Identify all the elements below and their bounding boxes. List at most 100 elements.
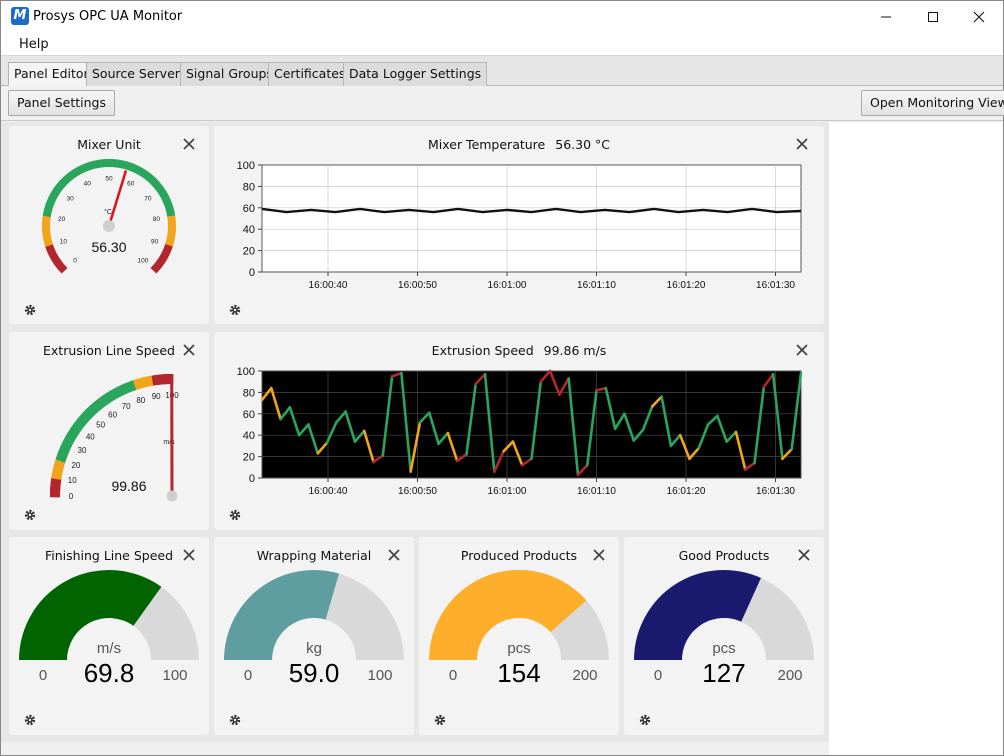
gauge-tick-label: 10	[68, 476, 77, 485]
gauge-unit: °C	[104, 208, 112, 216]
gear-icon[interactable]	[228, 508, 242, 522]
extrusion-speed-chart[interactable]: 100 80 60 40 20 0 16:00:40 16:00:50 16:01:00 16:0…	[214, 332, 824, 507]
gauge-track-arc	[325, 573, 404, 660]
tab-source-servers[interactable]: Source Servers	[86, 62, 193, 86]
gauge-segment	[166, 209, 175, 215]
gear-icon[interactable]	[433, 713, 447, 727]
window-title: Prosys OPC UA Monitor	[33, 9, 183, 24]
panel-finishing-line-speed[interactable]: Finishing Line Speed m/s 69.8 0 100	[9, 537, 209, 735]
x-tick-label: 16:01:20	[667, 280, 706, 291]
gauge-tick-label: 0	[69, 492, 74, 501]
app-logo-icon: M	[11, 7, 29, 25]
gauge-unit: pcs	[712, 640, 735, 657]
gauge-tick-label: 20	[58, 216, 66, 223]
y-tick-label: 100	[237, 160, 255, 172]
panel-wrapping-material[interactable]: Wrapping Material kg 59.0 0 100	[214, 537, 414, 735]
x-tick-label: 16:01:10	[577, 280, 616, 291]
gear-icon[interactable]	[638, 713, 652, 727]
gauge-max-label: 100	[367, 667, 392, 684]
gauge-segment	[42, 218, 51, 223]
gauge-tick-label: 90	[152, 392, 161, 401]
tab-data-logger-settings[interactable]: Data Logger Settings	[343, 62, 488, 86]
gauge-value: 99.86	[111, 478, 146, 494]
gauge-value-arc	[19, 570, 162, 660]
y-tick-label: 40	[243, 224, 255, 236]
y-tick-label: 80	[243, 387, 255, 399]
gauge-unit: m/s	[97, 640, 121, 657]
tab-signal-groups[interactable]: Signal Groups	[180, 62, 279, 86]
x-tick-label: 16:01:20	[667, 486, 706, 497]
gauge-segment	[167, 215, 176, 220]
plot-area	[261, 164, 802, 273]
good-products-gauge: pcs127 0 200	[634, 570, 814, 688]
gauge-segment	[167, 218, 176, 223]
gauge-tick-label: 90	[151, 238, 159, 245]
gauge-tick-label: 70	[122, 402, 131, 411]
gear-icon[interactable]	[23, 303, 37, 317]
gauge-min-label: 0	[449, 667, 457, 684]
y-tick-label: 80	[243, 181, 255, 193]
open-monitoring-view-button[interactable]: Open Monitoring View	[861, 90, 1004, 116]
gear-icon[interactable]	[23, 713, 37, 727]
panel-extrusion-speed[interactable]: Extrusion Speed 99.86 m/s 100 80 60 40 20 0 16:…	[214, 332, 824, 530]
gauge-unit: pcs	[507, 640, 530, 657]
gauge-min-label: 0	[39, 667, 47, 684]
extrusion-line-speed-gauge: 0102030405060708090100 m/s 99.86	[49, 373, 179, 502]
menu-help[interactable]: Help	[19, 37, 49, 52]
tab-bar: Panel Editor Source Servers Signal Group…	[1, 56, 1003, 87]
tab-certificates[interactable]: Certificates	[268, 62, 352, 86]
mixer-temperature-chart[interactable]: 100 80 60 40 20 0 16:00:40 16:00:50 16:01:00 16:0…	[214, 126, 824, 301]
gauge-tick-label: 40	[86, 433, 95, 442]
minimize-button[interactable]	[863, 1, 909, 32]
y-tick-label: 20	[243, 246, 255, 258]
gauge-segment	[166, 235, 176, 241]
gauge-tick-label: 80	[136, 396, 145, 405]
gauge-segment	[99, 159, 104, 168]
y-tick-label: 20	[243, 452, 255, 464]
gear-icon[interactable]	[23, 508, 37, 522]
panel-mixer-temperature[interactable]: Mixer Temperature 56.30 °C 100 80 60 40 20 0 16…	[214, 126, 824, 324]
close-window-button[interactable]	[956, 1, 1002, 32]
gear-icon[interactable]	[228, 713, 242, 727]
gauge-segment	[166, 212, 176, 218]
gear-icon[interactable]	[228, 303, 242, 317]
gauge-min-label: 0	[654, 667, 662, 684]
gauge-tick-label: 60	[108, 410, 117, 419]
gauge-segment	[102, 159, 107, 168]
title-bar[interactable]: M Prosys OPC UA Monitor	[1, 1, 1003, 32]
panel-settings-button[interactable]: Panel Settings	[8, 90, 115, 116]
gauge-segment	[42, 233, 51, 238]
panel-mixer-unit[interactable]: Mixer Unit 0 10 20 30 40 50 60 70 80 90 100 °C 56.…	[9, 126, 209, 324]
gauge-value: 69.8	[84, 658, 135, 688]
gauge-max-label: 100	[162, 667, 187, 684]
maximize-icon	[928, 12, 938, 22]
panel-produced-products[interactable]: Produced Products pcs 154 0 200	[419, 537, 619, 735]
close-icon	[973, 11, 985, 23]
gauge-tick-label: 10	[60, 238, 68, 245]
gauge-segment	[117, 159, 122, 169]
tab-panel-editor[interactable]: Panel Editor	[8, 62, 95, 87]
gauge-tick-label: 40	[84, 181, 92, 188]
gauge-tick-label: 20	[71, 461, 80, 470]
gauge-segment	[42, 230, 51, 235]
x-tick-label: 16:00:50	[398, 280, 437, 291]
panel-good-products[interactable]: Good Products pcs 127 0 200	[624, 537, 824, 735]
gauge-tick-label: 30	[67, 195, 75, 202]
panel-extrusion-line-speed[interactable]: Extrusion Line Speed 0 10 20 30 40 50 60 70 80 90…	[9, 332, 209, 530]
y-tick-label: 60	[243, 203, 255, 215]
y-tick-label: 0	[249, 473, 255, 485]
produced-products-gauge: pcs154 0 200	[429, 570, 609, 688]
gauge-value: 154	[497, 658, 540, 688]
x-tick-label: 16:01:00	[488, 280, 527, 291]
wrapping-material-gauge: kg59.0 0 100	[224, 570, 404, 688]
minimize-icon	[881, 16, 891, 18]
x-tick-label: 16:00:40	[309, 280, 348, 291]
menu-bar: Help	[1, 32, 1003, 56]
gauge-tick-label: 0	[73, 257, 77, 264]
app-window: M Prosys OPC UA Monitor Help Panel Edito…	[0, 0, 1004, 756]
y-tick-label: 0	[249, 267, 255, 279]
finishing-line-speed-gauge: m/s69.8 0 100	[19, 570, 199, 688]
x-tick-label: 16:01:00	[488, 486, 527, 497]
maximize-button[interactable]	[910, 1, 956, 32]
gauge-tick-label: 50	[96, 421, 105, 430]
